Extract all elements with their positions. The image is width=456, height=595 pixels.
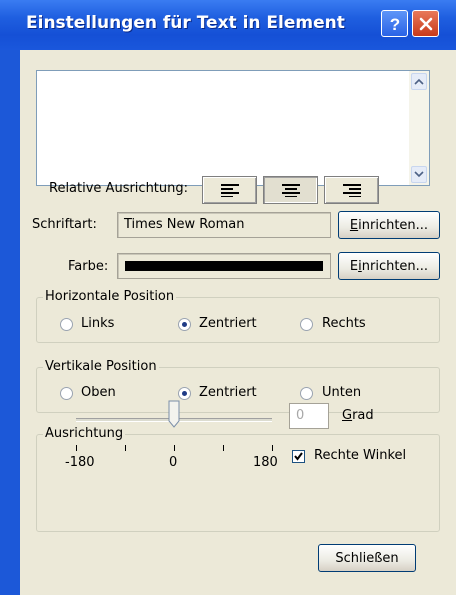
font-label: Schriftart: [32, 217, 97, 232]
chevron-down-icon [414, 171, 424, 178]
radio-vertical-bottom-label[interactable]: Unten [322, 385, 361, 400]
horizontal-position-legend: Horizontale Position [43, 289, 177, 304]
slider-tick [76, 445, 77, 451]
color-setup-rest: nrichten... [361, 258, 429, 274]
vertical-bottom-text: Unten [322, 385, 362, 400]
align-left-button[interactable] [202, 176, 257, 204]
color-swatch [125, 261, 323, 271]
radio-vertical-bottom[interactable] [300, 387, 313, 400]
horizontal-center-text: Zentriert [199, 316, 257, 331]
slider-mid-label: 0 [169, 455, 178, 470]
font-name-value: Times New Roman [124, 217, 245, 232]
degree-label: Grad [342, 408, 374, 423]
radio-horizontal-right-label[interactable]: Rechts [322, 316, 366, 331]
vertical-top-text: Oben [81, 385, 116, 400]
slider-tick [174, 445, 175, 451]
align-left-icon [220, 184, 239, 197]
font-setup-mnemonic: E [349, 217, 359, 233]
radio-vertical-center-label[interactable]: Zentriert [199, 385, 257, 400]
radio-horizontal-left[interactable] [60, 318, 73, 331]
radio-horizontal-center-label[interactable]: Zentriert [199, 316, 257, 331]
rotation-slider-thumb[interactable] [168, 400, 180, 428]
radio-vertical-top-label[interactable]: Oben [81, 385, 116, 400]
horizontal-left-text: Links [81, 316, 115, 331]
font-setup-rest: inrichten... [358, 217, 429, 233]
degree-input[interactable]: 0 [289, 403, 329, 429]
align-center-button[interactable] [263, 176, 318, 204]
help-button[interactable]: ? [381, 10, 408, 37]
vertical-scrollbar[interactable] [409, 71, 429, 185]
dialog-body: Relative Ausrichtung: Schriftart: Times … [20, 50, 456, 595]
close-button[interactable] [412, 10, 439, 37]
slider-tick [125, 445, 126, 451]
align-right-icon [342, 184, 361, 197]
radio-horizontal-right[interactable] [300, 318, 313, 331]
color-label: Farbe: [68, 259, 109, 274]
radio-vertical-center[interactable] [178, 387, 191, 400]
align-center-icon [281, 184, 300, 197]
scroll-up-button[interactable] [411, 73, 427, 90]
vertical-position-legend: Vertikale Position [43, 359, 159, 374]
orientation-legend: Ausrichtung [43, 426, 126, 441]
title-bar[interactable]: Einstellungen für Text in Element ? [0, 0, 456, 50]
color-setup-button[interactable]: Ei nrichten... [338, 252, 440, 280]
font-name-field: Times New Roman [117, 212, 331, 238]
right-angle-checkbox[interactable] [292, 450, 305, 463]
svg-text:?: ? [389, 15, 399, 33]
color-field [117, 253, 331, 279]
radio-vertical-top[interactable] [60, 387, 73, 400]
radio-horizontal-left-label[interactable]: Links [81, 316, 114, 331]
relative-alignment-label: Relative Ausrichtung: [49, 181, 189, 196]
font-setup-button[interactable]: Einrichten... [338, 211, 440, 239]
element-text-input[interactable] [36, 70, 430, 186]
scroll-down-button[interactable] [411, 166, 427, 183]
chevron-up-icon [414, 78, 424, 85]
checkmark-icon [294, 452, 303, 461]
right-angle-label[interactable]: Rechte Winkel [314, 448, 406, 463]
window-title: Einstellungen für Text in Element [26, 13, 345, 33]
color-setup-first: E [349, 258, 359, 274]
help-icon: ? [389, 15, 399, 33]
slider-tick [272, 445, 273, 451]
close-dialog-button[interactable]: Schließen [318, 544, 416, 572]
align-right-button[interactable] [324, 176, 379, 204]
slider-max-label: 180 [253, 455, 278, 470]
close-dialog-label: Schließen [335, 550, 399, 566]
vertical-center-text: Zentriert [199, 385, 257, 400]
dialog-window: Einstellungen für Text in Element ? Rela… [0, 0, 456, 595]
close-icon [419, 17, 432, 30]
slider-min-label: -180 [65, 455, 95, 470]
background-strip [0, 0, 20, 595]
radio-horizontal-center[interactable] [178, 318, 191, 331]
slider-tick [223, 445, 224, 451]
degree-value: 0 [296, 408, 305, 423]
horizontal-right-text: Rechts [322, 316, 366, 331]
